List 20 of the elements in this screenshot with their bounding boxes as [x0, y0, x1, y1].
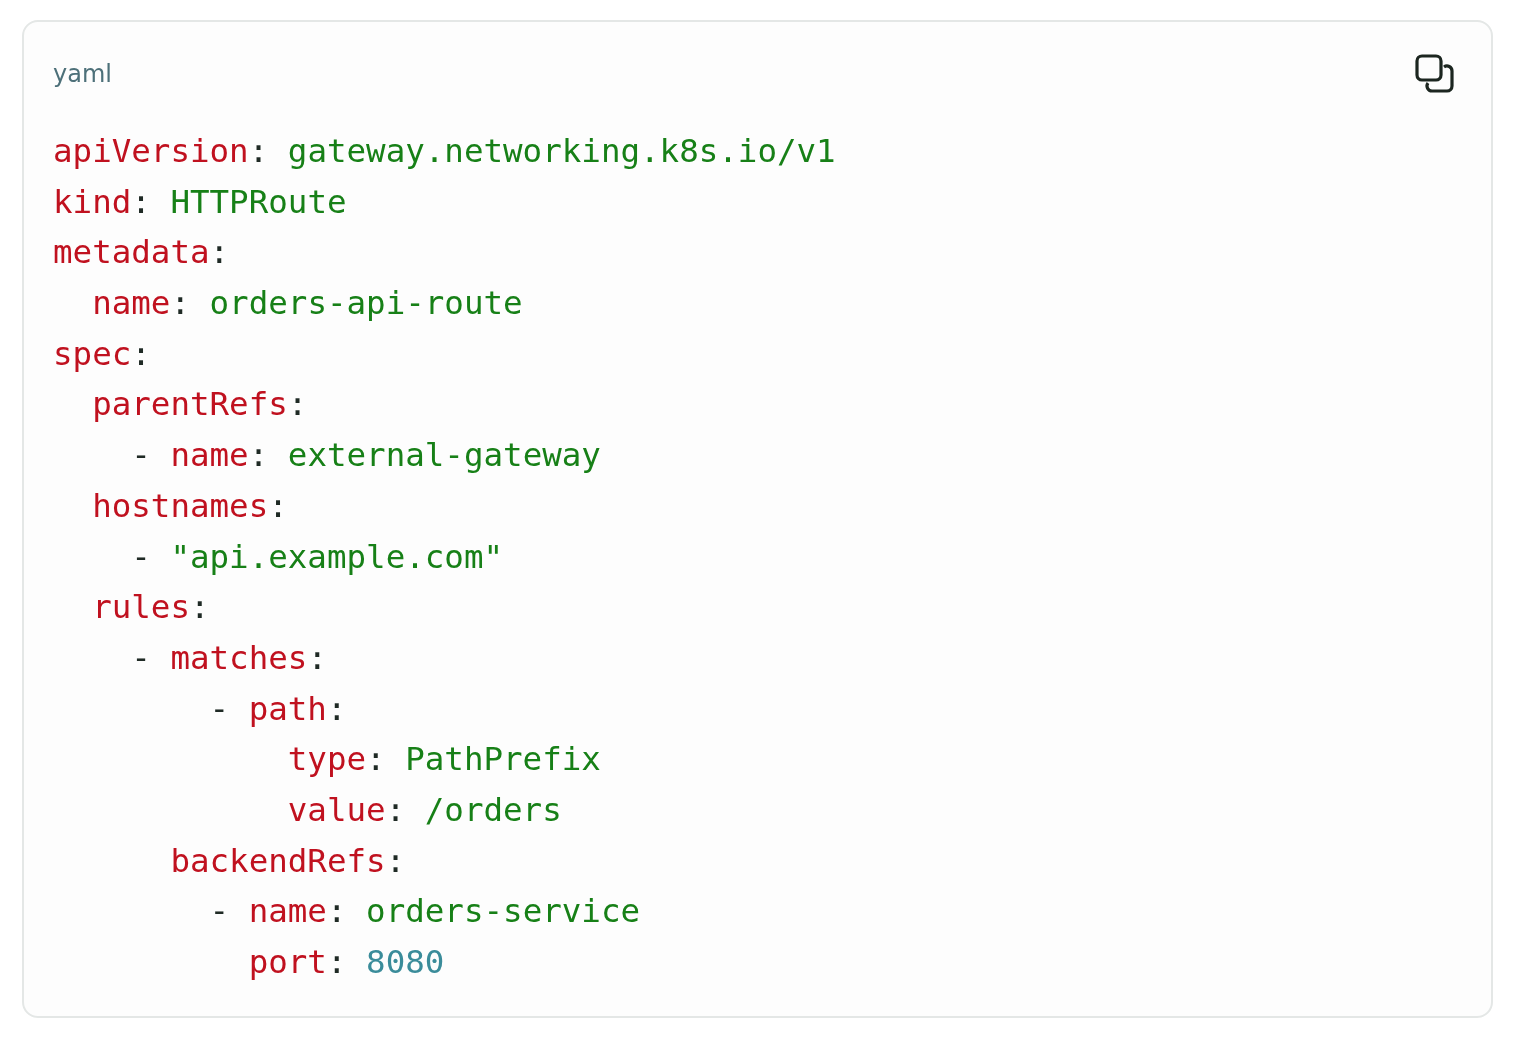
code-line: - name: external-gateway: [130, 435, 602, 477]
code-line: kind: HTTPRoute: [53, 181, 348, 223]
code-line: - path:: [208, 688, 348, 730]
code-line: - "api.example.com": [130, 536, 505, 578]
code-line: port: 8080: [247, 942, 446, 983]
code-line: parentRefs:: [91, 384, 309, 426]
code-line: value: /orders: [286, 789, 563, 831]
code-line: rules:: [91, 587, 211, 629]
code-line: type: PathPrefix: [286, 739, 602, 781]
code-line: metadata:: [53, 232, 231, 274]
language-label: yaml: [53, 59, 112, 89]
code-line: spec:: [53, 333, 152, 375]
code-line: - name: orders-service: [208, 891, 642, 933]
code-line: hostnames:: [91, 485, 289, 527]
code-line: name: orders-api-route: [91, 283, 524, 325]
copy-button[interactable]: [1415, 54, 1455, 94]
code-line: backendRefs:: [169, 840, 407, 882]
code-line: apiVersion: gateway.networking.k8s.io/v1: [53, 131, 837, 172]
copy-icon: [1415, 54, 1455, 94]
code-line: - matches:: [130, 637, 328, 679]
